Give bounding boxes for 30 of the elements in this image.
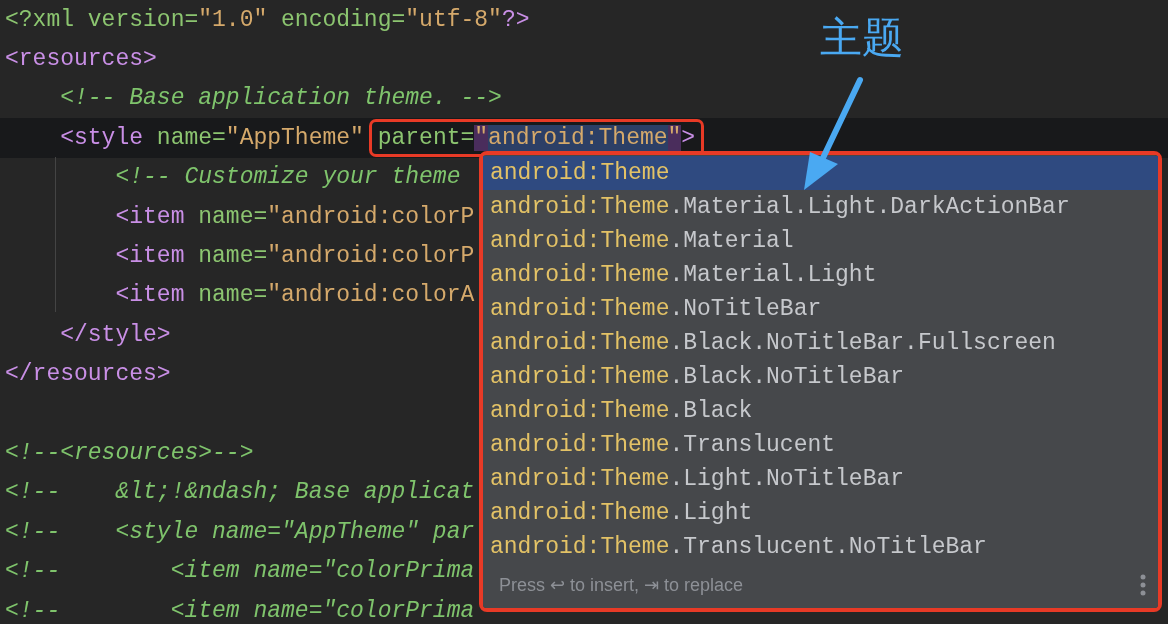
code-line: </style> <box>59 320 171 349</box>
hint-text: Press ↩ to insert, ⇥ to replace <box>499 574 744 596</box>
completion-item[interactable]: android:Theme.Translucent <box>483 428 1158 462</box>
code-line: <?xml version="1.0" encoding="utf-8"?> <box>5 5 530 34</box>
completion-item[interactable]: android:Theme <box>483 156 1158 190</box>
code-line: <!-- Base application theme. --> <box>59 84 502 113</box>
completion-item[interactable]: android:Theme.Light <box>483 496 1158 530</box>
completion-item[interactable]: android:Theme.Translucent.NoTitleBar <box>483 530 1158 564</box>
completion-item[interactable]: android:Theme.Light.NoTitleBar <box>483 462 1158 496</box>
code-line: <!-- <item name="colorPrima <box>5 557 475 586</box>
completion-item[interactable]: android:Theme.Material <box>483 224 1158 258</box>
completion-item[interactable]: android:Theme.Material.Light <box>483 258 1158 292</box>
code-line: <item name="android:colorP <box>114 242 475 271</box>
completion-item[interactable]: android:Theme.Black <box>483 394 1158 428</box>
code-line: <!--<resources>--> <box>5 439 254 467</box>
code-line: <!-- <item name="colorPrima <box>5 596 475 624</box>
code-line: <!-- <style name="AppTheme" par <box>5 517 475 546</box>
completion-item[interactable]: android:Theme.Black.NoTitleBar <box>483 360 1158 394</box>
more-options-icon[interactable] <box>1140 574 1146 596</box>
code-line: <!-- Customize your theme <box>114 163 461 192</box>
code-line: <item name="android:colorA <box>114 281 475 310</box>
annotation-label: 主题 <box>820 12 904 64</box>
code-line: <item name="android:colorP <box>114 202 475 231</box>
completion-item[interactable]: android:Theme.NoTitleBar <box>483 292 1158 326</box>
completion-item[interactable]: android:Theme.Material.Light.DarkActionBar <box>483 190 1158 224</box>
completion-item[interactable]: android:Theme.Black.NoTitleBar.Fullscreen <box>483 326 1158 360</box>
code-line: <!-- &lt;!&ndash; Base applicat <box>5 478 475 507</box>
code-line: <resources> <box>5 45 157 74</box>
code-line: <style name="AppTheme" <box>59 123 365 152</box>
code-line: </resources> <box>5 360 171 389</box>
